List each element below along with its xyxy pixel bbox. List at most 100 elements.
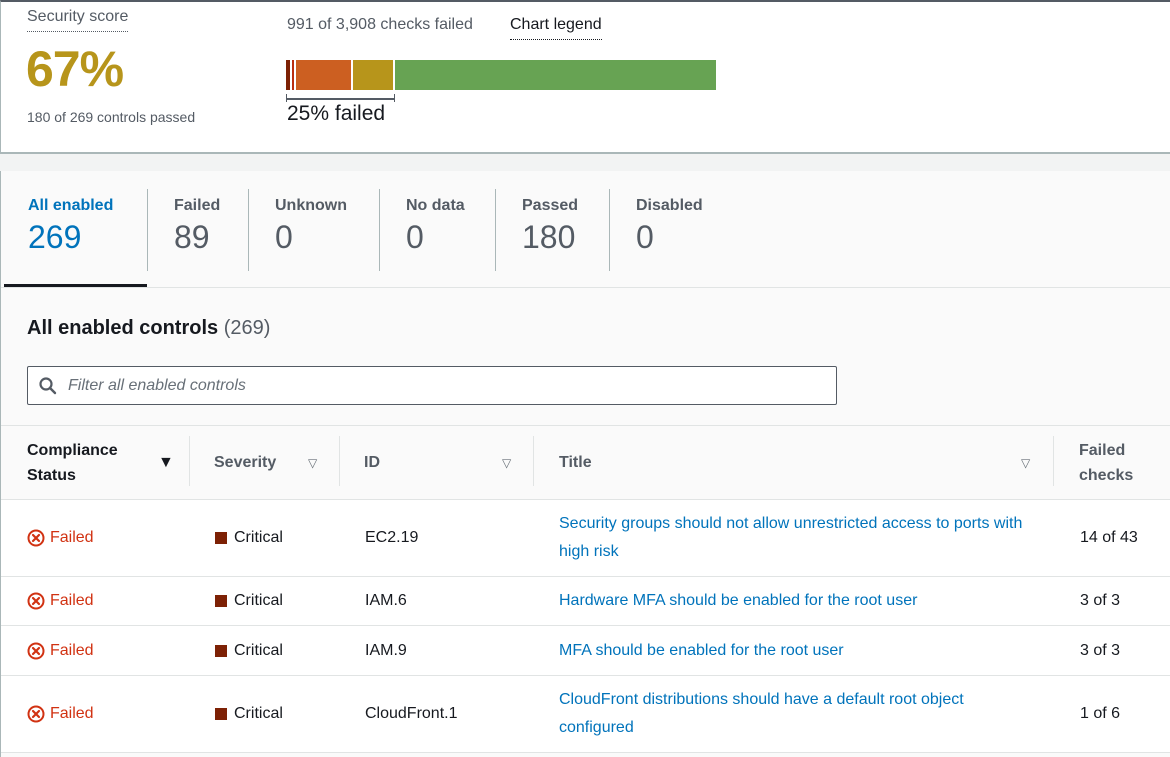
tab-label: All enabled: [28, 197, 114, 214]
severity-cell: Critical: [215, 500, 283, 576]
failed-bracket: [286, 94, 396, 102]
tab-all-enabled[interactable]: All enabled 269: [28, 187, 113, 271]
control-id-text: IAM.9: [365, 641, 407, 659]
tab-count: 0: [275, 219, 293, 255]
status-failed-icon: [27, 705, 45, 723]
failed-checks-cell: 1 of 6: [1080, 676, 1120, 752]
section-title: All enabled controls (269): [27, 317, 270, 340]
active-tab-indicator: [4, 284, 147, 287]
failed-checks-text: 3 of 3: [1080, 641, 1121, 659]
column-separator: [339, 436, 340, 486]
status-text: Failed: [50, 529, 94, 546]
tab-divider: [248, 189, 249, 271]
checks-failed-text: 991 of 3,908 checks failed: [287, 16, 473, 33]
filter-controls-input-wrapper: [27, 366, 837, 405]
tab-count: 180: [522, 219, 576, 255]
severity-critical-icon: [215, 708, 227, 720]
severity-critical-icon: [215, 595, 227, 607]
tab-divider: [379, 189, 380, 271]
tab-label: Failed: [174, 197, 221, 214]
compliance-status-cell: Failed: [27, 626, 94, 675]
control-id-text: EC2.19: [365, 529, 419, 546]
column-header-compliance-status[interactable]: Compliance Status ▼: [27, 426, 187, 500]
status-tabs: All enabled 269 Failed 89 Unknown 0 No d…: [1, 171, 1170, 288]
tab-count: 269: [28, 219, 82, 255]
bar-segment-medium[interactable]: [296, 60, 351, 90]
control-title-link[interactable]: Hardware MFA should be enabled for the r…: [559, 587, 1029, 615]
bar-segment-high[interactable]: [291, 60, 295, 90]
status-failed-icon: [27, 592, 45, 610]
tab-failed[interactable]: Failed 89: [174, 187, 220, 271]
failed-percent-label: 25% failed: [287, 102, 386, 125]
table-header: Compliance Status ▼ Severity ▽ ID ▽ Title…: [1, 425, 1170, 500]
tab-no-data[interactable]: No data 0: [406, 187, 465, 271]
tab-count: 0: [406, 219, 424, 255]
severity-text: Critical: [234, 705, 283, 722]
status-text: Failed: [50, 592, 94, 609]
failed-checks-text: 1 of 6: [1080, 705, 1121, 722]
failed-checks-text: 3 of 3: [1080, 592, 1121, 609]
severity-cell: Critical: [215, 577, 283, 625]
sort-icon: ▽: [308, 456, 318, 470]
column-header-label: Severity: [214, 454, 277, 471]
tab-label: No data: [406, 197, 465, 214]
tab-passed[interactable]: Passed 180: [522, 187, 578, 271]
tab-divider: [495, 189, 496, 271]
severity-critical-icon: [215, 644, 227, 657]
control-title-link[interactable]: CloudFront distributions should have a d…: [559, 686, 1029, 742]
table-row[interactable]: Failed Critical IAM.9 MFA should be enab…: [1, 626, 1170, 676]
tab-disabled[interactable]: Disabled 0: [636, 187, 703, 271]
filter-controls-input[interactable]: [68, 367, 828, 404]
controls-passed-text: 180 of 269 controls passed: [27, 109, 196, 125]
controls-panel: All enabled 269 Failed 89 Unknown 0 No d…: [0, 171, 1170, 757]
severity-text: Critical: [234, 592, 283, 609]
failed-checks-text: 14 of 43: [1080, 529, 1138, 546]
status-failed-icon: [27, 529, 45, 547]
section-title-count: (269): [223, 317, 271, 339]
checks-stacked-bar: [286, 60, 716, 90]
section-title-text: All enabled controls: [27, 317, 219, 339]
column-separator: [533, 436, 534, 486]
sort-icon: ▽: [1021, 456, 1031, 470]
control-title-link[interactable]: MFA should be enabled for the root user: [559, 637, 1029, 665]
severity-text: Critical: [234, 529, 283, 546]
control-id-text: CloudFront.1: [365, 705, 458, 722]
severity-text: Critical: [234, 641, 283, 659]
control-id-cell: IAM.6: [365, 577, 407, 625]
control-id-text: IAM.6: [365, 592, 407, 609]
column-header-failed-checks: Failed checks: [1079, 426, 1169, 500]
bar-segment-passed[interactable]: [395, 60, 716, 90]
tab-label: Unknown: [275, 197, 347, 214]
sort-icon: ▽: [502, 456, 512, 470]
search-icon: [39, 377, 57, 395]
compliance-status-cell: Failed: [27, 676, 94, 752]
security-score-label[interactable]: Security score: [27, 8, 129, 32]
column-header-label: Title: [559, 454, 592, 471]
control-id-cell: IAM.9: [365, 626, 407, 675]
control-id-cell: CloudFront.1: [365, 676, 458, 752]
sort-descending-icon: ▼: [158, 454, 174, 471]
tab-divider: [609, 189, 610, 271]
table-row[interactable]: Failed Critical IAM.6 Hardware MFA shoul…: [1, 577, 1170, 626]
compliance-status-cell: Failed: [27, 577, 94, 625]
failed-checks-cell: 3 of 3: [1080, 577, 1120, 625]
tab-count: 0: [636, 219, 654, 255]
title-cell: CloudFront distributions should have a d…: [559, 676, 1029, 752]
security-score-value: 67%: [26, 41, 124, 97]
column-header-label: ID: [364, 454, 380, 471]
control-title-link[interactable]: Security groups should not allow unrestr…: [559, 510, 1029, 566]
table-row[interactable]: Failed Critical EC2.19 Security groups s…: [1, 500, 1170, 577]
column-header-label: Failed checks: [1079, 442, 1134, 484]
tab-unknown[interactable]: Unknown 0: [275, 187, 347, 271]
column-header-severity[interactable]: Severity ▽: [214, 426, 336, 500]
bar-segment-low[interactable]: [352, 60, 394, 90]
chart-legend-link[interactable]: Chart legend: [510, 16, 602, 40]
column-header-id[interactable]: ID ▽: [364, 426, 524, 500]
column-header-title[interactable]: Title ▽: [559, 426, 1044, 500]
bar-segment-critical[interactable]: [286, 60, 290, 90]
tab-divider: [147, 189, 148, 271]
status-failed-icon: [27, 642, 45, 659]
table-row[interactable]: Failed Critical CloudFront.1 CloudFront …: [1, 676, 1170, 753]
severity-cell: Critical: [215, 626, 283, 675]
column-separator: [1053, 436, 1054, 486]
